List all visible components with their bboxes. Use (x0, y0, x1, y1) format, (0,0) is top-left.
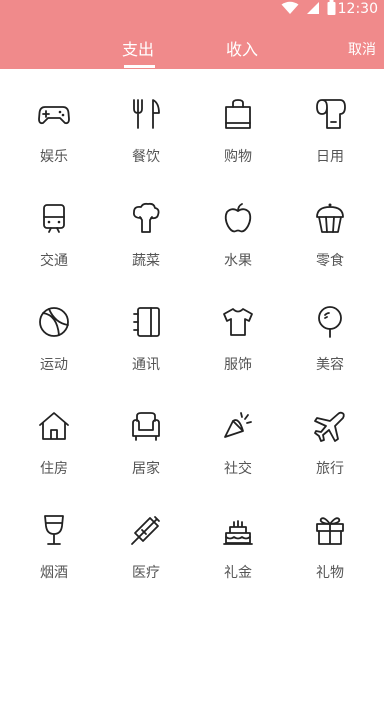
train-icon (37, 201, 71, 235)
category-item[interactable]: 旅行 (282, 381, 378, 485)
category-label: 运动 (40, 357, 68, 373)
category-label: 美容 (316, 357, 344, 373)
category-item[interactable]: 服饰 (190, 277, 286, 381)
tissue-roll-icon (313, 97, 347, 131)
category-item[interactable]: 礼金 (190, 485, 286, 589)
tab-income[interactable]: 收入 (226, 40, 258, 60)
top-bar: 12:30 支出 收入 取消 (0, 0, 384, 69)
category-label: 通讯 (132, 357, 160, 373)
category-item[interactable]: 水果 (190, 173, 286, 277)
apple-icon (221, 201, 255, 235)
category-label: 娱乐 (40, 149, 68, 165)
status-time: 12:30 (337, 1, 378, 17)
category-label: 医疗 (132, 565, 160, 581)
category-item[interactable]: 美容 (282, 277, 378, 381)
category-label: 旅行 (316, 461, 344, 477)
category-label: 居家 (132, 461, 160, 477)
shopping-bag-icon (221, 97, 255, 131)
category-label: 水果 (224, 253, 252, 269)
wifi-icon (281, 0, 299, 19)
category-item[interactable]: 运动 (6, 277, 102, 381)
mirror-icon (313, 305, 347, 339)
category-item[interactable]: 礼物 (282, 485, 378, 589)
category-label: 交通 (40, 253, 68, 269)
battery-icon (327, 0, 336, 19)
tshirt-icon (221, 305, 255, 339)
signal-icon (306, 0, 320, 19)
category-label: 服饰 (224, 357, 252, 373)
cupcake-icon (313, 201, 347, 235)
category-label: 日用 (316, 149, 344, 165)
ball-icon (37, 305, 71, 339)
sofa-icon (129, 409, 163, 443)
category-label: 社交 (224, 461, 252, 477)
gamepad-icon (37, 97, 71, 131)
category-label: 烟酒 (40, 565, 68, 581)
category-item[interactable]: 娱乐 (6, 69, 102, 173)
gift-icon (313, 513, 347, 547)
syringe-icon (129, 513, 163, 547)
status-bar: 12:30 (0, 0, 384, 18)
category-item[interactable]: 社交 (190, 381, 286, 485)
cancel-button[interactable]: 取消 (348, 41, 376, 59)
category-item[interactable]: 交通 (6, 173, 102, 277)
category-label: 蔬菜 (132, 253, 160, 269)
fork-knife-icon (129, 97, 163, 131)
airplane-icon (313, 409, 347, 443)
category-label: 零食 (316, 253, 344, 269)
category-item[interactable]: 餐饮 (98, 69, 194, 173)
category-item[interactable]: 居家 (98, 381, 194, 485)
phonebook-icon (129, 305, 163, 339)
wine-glass-icon (37, 513, 71, 547)
house-icon (37, 409, 71, 443)
category-item[interactable]: 零食 (282, 173, 378, 277)
category-item[interactable]: 医疗 (98, 485, 194, 589)
category-label: 礼金 (224, 565, 252, 581)
tab-expense[interactable]: 支出 (122, 40, 154, 60)
category-label: 购物 (224, 149, 252, 165)
category-item[interactable]: 购物 (190, 69, 286, 173)
category-item[interactable]: 烟酒 (6, 485, 102, 589)
party-popper-icon (221, 409, 255, 443)
category-label: 住房 (40, 461, 68, 477)
category-item[interactable]: 日用 (282, 69, 378, 173)
category-item[interactable]: 蔬菜 (98, 173, 194, 277)
broccoli-icon (129, 201, 163, 235)
category-label: 餐饮 (132, 149, 160, 165)
category-label: 礼物 (316, 565, 344, 581)
category-item[interactable]: 通讯 (98, 277, 194, 381)
category-item[interactable]: 住房 (6, 381, 102, 485)
active-tab-indicator (124, 65, 155, 68)
cake-icon (221, 513, 255, 547)
